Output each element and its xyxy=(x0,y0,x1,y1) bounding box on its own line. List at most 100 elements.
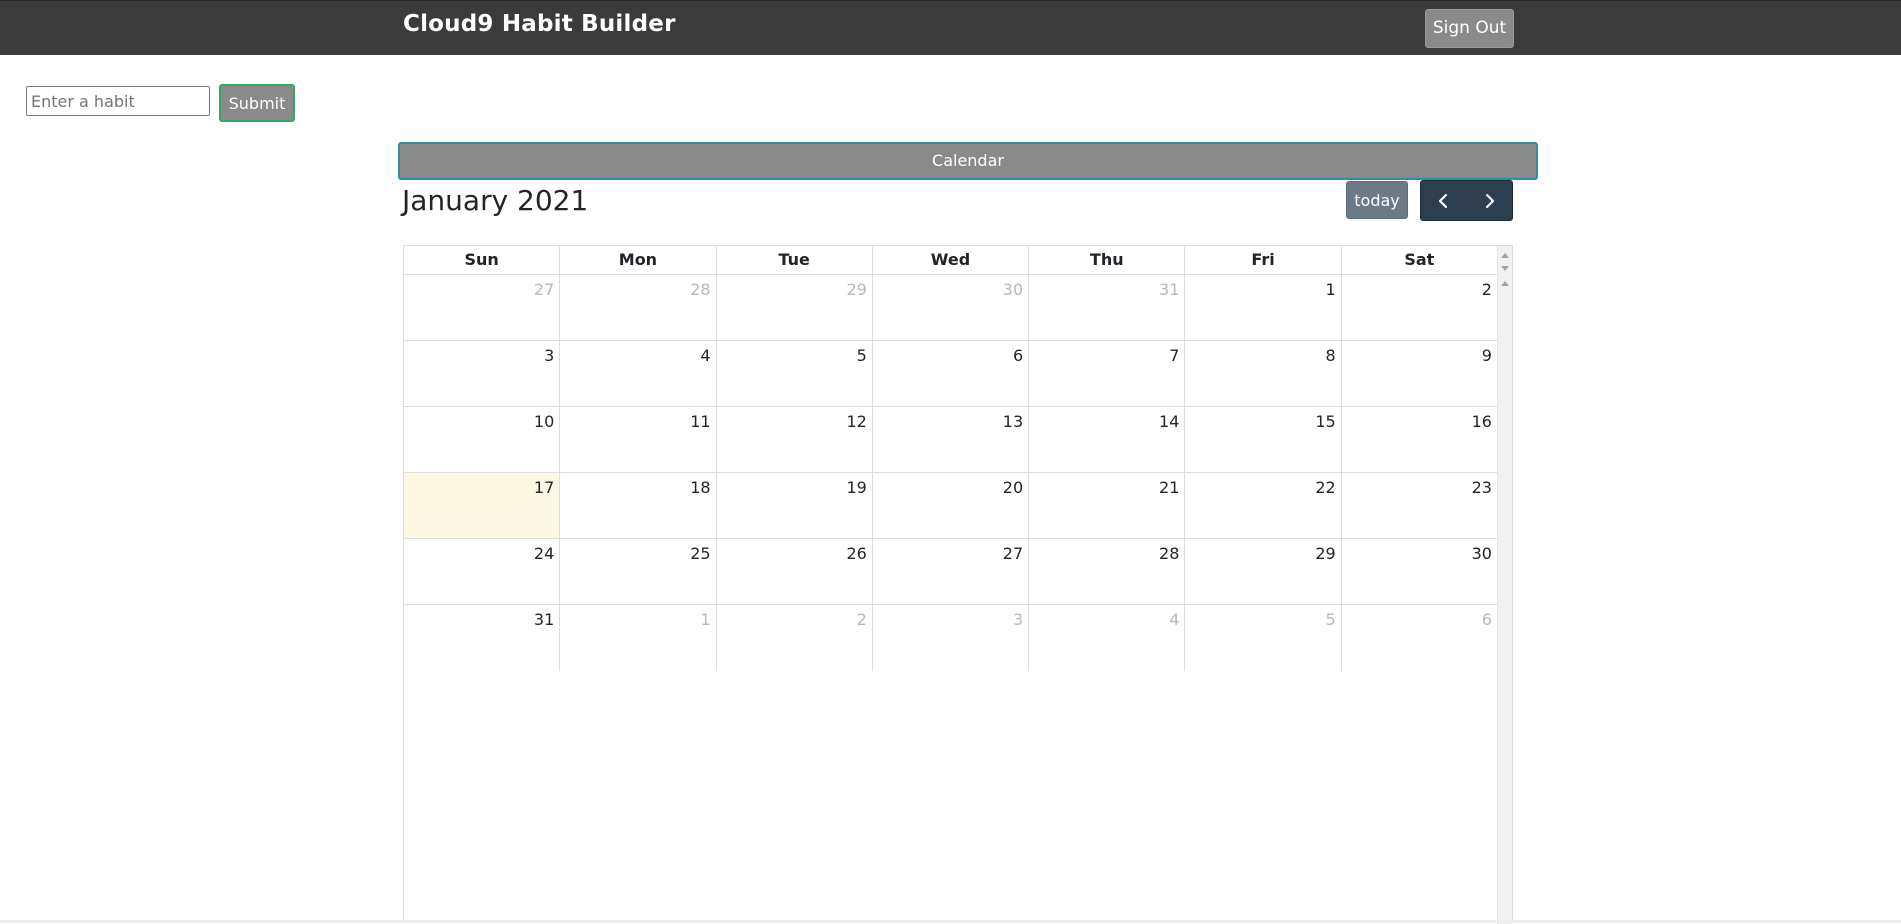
calendar-day-cell[interactable]: 5 xyxy=(1185,605,1342,671)
calendar-day-cell[interactable]: 6 xyxy=(873,341,1030,406)
day-number: 4 xyxy=(700,346,711,365)
calendar-day-cell[interactable]: 22 xyxy=(1185,473,1342,538)
day-number: 21 xyxy=(1159,478,1180,497)
day-number: 28 xyxy=(1159,544,1180,563)
day-number: 7 xyxy=(1169,346,1180,365)
day-number: 20 xyxy=(1002,478,1024,497)
scroll-up-icon[interactable] xyxy=(1501,281,1509,286)
app-brand: Cloud9 Habit Builder xyxy=(403,11,676,37)
calendar-day-cell[interactable]: 24 xyxy=(404,539,561,604)
day-number: 16 xyxy=(1471,412,1492,431)
today-button[interactable]: today xyxy=(1346,181,1408,219)
day-number: 1 xyxy=(1325,280,1336,299)
day-number: 12 xyxy=(846,412,867,431)
calendar-day-cell[interactable]: 27 xyxy=(404,275,561,340)
month-title: January 2021 xyxy=(402,184,589,217)
day-number: 2 xyxy=(856,610,867,629)
weekday-header-sun: Sun xyxy=(404,246,561,274)
day-number: 19 xyxy=(846,478,867,497)
calendar-day-cell[interactable]: 13 xyxy=(873,407,1030,472)
calendar-day-cell[interactable]: 19 xyxy=(717,473,873,538)
day-number: 15 xyxy=(1315,412,1336,431)
calendar-day-cell[interactable]: 1 xyxy=(560,605,717,671)
calendar-day-cell[interactable]: 12 xyxy=(717,407,873,472)
scroll-up-icon[interactable] xyxy=(1501,253,1509,258)
calendar-day-cell[interactable]: 6 xyxy=(1342,605,1497,671)
day-number: 30 xyxy=(1002,280,1024,299)
calendar-day-cell[interactable]: 7 xyxy=(1029,341,1186,406)
calendar-day-cell[interactable]: 23 xyxy=(1342,473,1497,538)
day-number: 25 xyxy=(690,544,711,563)
day-number: 3 xyxy=(544,346,555,365)
day-number: 1 xyxy=(700,610,711,629)
month-calendar-grid: Sun Mon Tue Wed Thu Fri Sat 27 28 29 30 31 1 2 3 4 5 6 7 8… xyxy=(403,245,1513,924)
day-number: 27 xyxy=(533,280,555,299)
calendar-day-cell[interactable]: 14 xyxy=(1029,407,1186,472)
next-month-button[interactable] xyxy=(1467,181,1513,220)
calendar-day-cell[interactable]: 2 xyxy=(717,605,873,671)
day-number: 11 xyxy=(690,412,711,431)
calendar-week-row: 24 25 26 27 28 29 30 xyxy=(404,539,1497,605)
calendar-day-cell[interactable]: 10 xyxy=(404,407,561,472)
calendar-day-cell-today[interactable]: 17 xyxy=(404,473,561,538)
day-number: 27 xyxy=(1002,544,1024,563)
calendar-day-cell[interactable]: 31 xyxy=(1029,275,1186,340)
calendar-day-cell[interactable]: 5 xyxy=(717,341,873,406)
weekday-header-wed: Wed xyxy=(873,246,1030,274)
habit-input[interactable] xyxy=(26,86,210,116)
day-number: 6 xyxy=(1481,610,1492,629)
calendar-day-cell[interactable]: 28 xyxy=(1029,539,1186,604)
calendar-day-cell[interactable]: 21 xyxy=(1029,473,1186,538)
calendar-day-cell[interactable]: 3 xyxy=(404,341,561,406)
scroll-down-icon[interactable] xyxy=(1501,266,1509,271)
weekday-header-mon: Mon xyxy=(560,246,717,274)
calendar-toggle-bar[interactable]: Calendar xyxy=(398,142,1538,180)
top-navbar: Cloud9 Habit Builder Sign Out xyxy=(0,0,1901,55)
day-number: 10 xyxy=(533,412,555,431)
calendar-day-cell[interactable]: 25 xyxy=(560,539,717,604)
calendar-week-row: 3 4 5 6 7 8 9 xyxy=(404,341,1497,407)
calendar-week-row: 31 1 2 3 4 5 6 xyxy=(404,605,1497,671)
calendar-day-cell[interactable]: 9 xyxy=(1342,341,1497,406)
calendar-day-cell[interactable]: 8 xyxy=(1185,341,1342,406)
month-nav-group xyxy=(1420,180,1513,221)
submit-habit-button[interactable]: Submit xyxy=(219,84,295,122)
calendar-day-cell[interactable]: 26 xyxy=(717,539,873,604)
sign-out-button[interactable]: Sign Out xyxy=(1425,9,1514,48)
calendar-day-cell[interactable]: 29 xyxy=(717,275,873,340)
calendar-day-cell[interactable]: 28 xyxy=(560,275,717,340)
calendar-day-cell[interactable]: 18 xyxy=(560,473,717,538)
calendar-day-cell[interactable]: 15 xyxy=(1185,407,1342,472)
weekday-header-fri: Fri xyxy=(1185,246,1342,274)
day-number: 6 xyxy=(1012,346,1024,365)
calendar-week-row: 10 11 12 13 14 15 16 xyxy=(404,407,1497,473)
day-number: 17 xyxy=(533,478,555,497)
day-number: 18 xyxy=(690,478,711,497)
calendar-day-cell[interactable]: 3 xyxy=(873,605,1030,671)
calendar-day-cell[interactable]: 4 xyxy=(560,341,717,406)
prev-month-button[interactable] xyxy=(1421,181,1467,220)
weekday-header-thu: Thu xyxy=(1029,246,1186,274)
calendar-scrollbar[interactable] xyxy=(1497,246,1512,924)
day-number: 9 xyxy=(1481,346,1492,365)
day-number: 2 xyxy=(1481,280,1492,299)
calendar-day-cell[interactable]: 31 xyxy=(404,605,561,671)
day-number: 13 xyxy=(1002,412,1024,431)
day-number: 8 xyxy=(1325,346,1336,365)
day-number: 4 xyxy=(1169,610,1180,629)
calendar-day-cell[interactable]: 30 xyxy=(1342,539,1497,604)
calendar-day-cell[interactable]: 27 xyxy=(873,539,1030,604)
calendar-day-cell[interactable]: 30 xyxy=(873,275,1030,340)
calendar-day-cell[interactable]: 1 xyxy=(1185,275,1342,340)
calendar-day-cell[interactable]: 4 xyxy=(1029,605,1186,671)
calendar-day-cell[interactable]: 11 xyxy=(560,407,717,472)
day-number: 28 xyxy=(690,280,711,299)
calendar-day-cell[interactable]: 29 xyxy=(1185,539,1342,604)
chevron-left-icon xyxy=(1438,193,1447,208)
weekday-header-row: Sun Mon Tue Wed Thu Fri Sat xyxy=(404,246,1497,275)
calendar-day-cell[interactable]: 2 xyxy=(1342,275,1497,340)
calendar-day-cell[interactable]: 20 xyxy=(873,473,1030,538)
calendar-day-cell[interactable]: 16 xyxy=(1342,407,1497,472)
day-number: 3 xyxy=(1012,610,1024,629)
day-number: 31 xyxy=(1159,280,1180,299)
